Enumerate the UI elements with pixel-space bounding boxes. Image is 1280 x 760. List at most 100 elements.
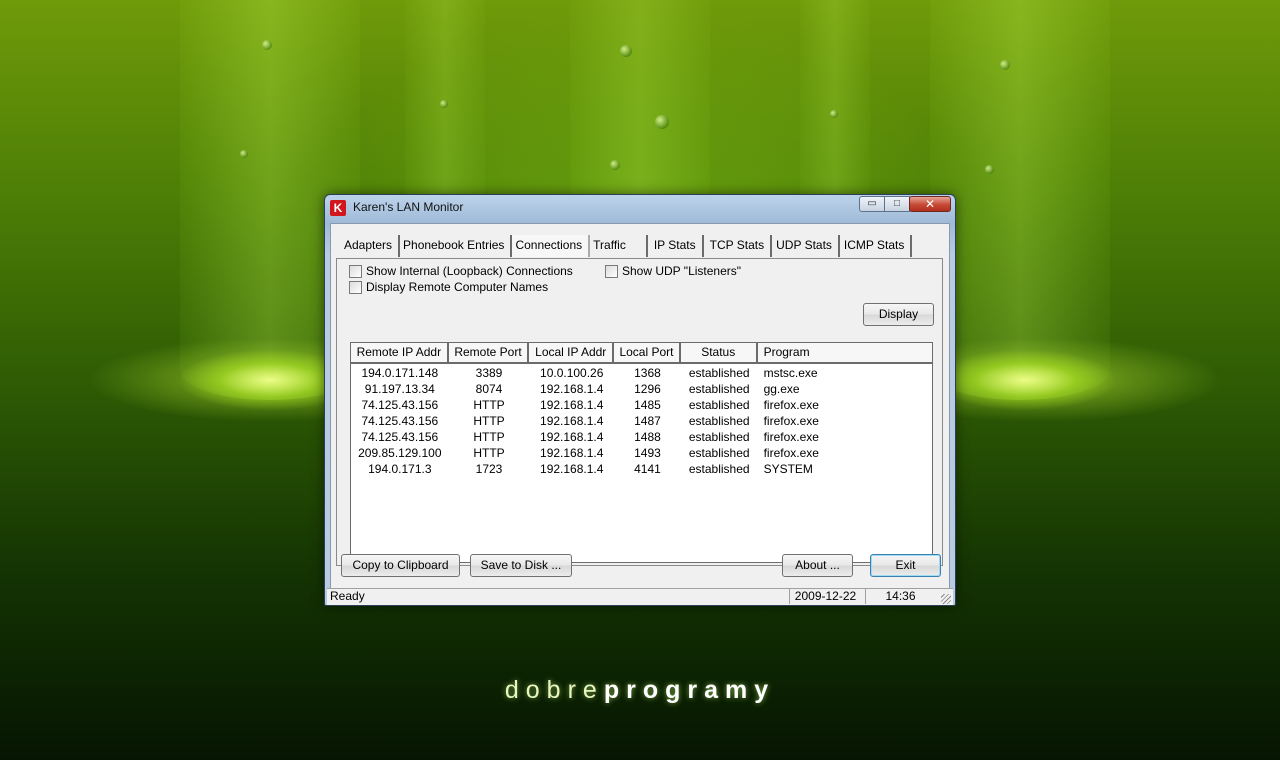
window-client-area: Adapters Phonebook Entries Connections T… <box>330 223 950 592</box>
desktop-wallpaper: dobreprogramy K Karen's LAN Monitor ▭ □ … <box>0 0 1280 760</box>
column-header-local-ip[interactable]: Local IP Addr <box>529 343 615 362</box>
about-button[interactable]: About ... <box>782 554 853 577</box>
cell-program: gg.exe <box>763 382 800 396</box>
cell-program: firefox.exe <box>763 398 819 412</box>
cell-local-port: 1487 <box>634 414 661 428</box>
show-loopback-label: Show Internal (Loopback) Connections <box>366 264 573 278</box>
exit-button[interactable]: Exit <box>870 554 941 577</box>
wallpaper-pillar <box>930 0 1110 400</box>
cell-status: established <box>688 462 750 476</box>
connections-panel: Show Internal (Loopback) Connections Sho… <box>336 258 943 566</box>
option-show-loopback[interactable]: Show Internal (Loopback) Connections <box>349 264 573 278</box>
cell-local-ip: 192.168.1.4 <box>540 398 604 412</box>
column-header-remote-port[interactable]: Remote Port <box>449 343 530 362</box>
tab-ip-stats[interactable]: IP Stats <box>648 235 704 257</box>
column-header-local-port[interactable]: Local Port <box>614 343 681 362</box>
maximize-button[interactable]: □ <box>884 196 910 212</box>
cell-status: established <box>688 430 750 444</box>
cell-program: SYSTEM <box>763 462 813 476</box>
tab-tcp-stats[interactable]: TCP Stats <box>704 235 773 257</box>
tab-connections[interactable]: Connections <box>512 235 591 257</box>
table-row[interactable]: 74.125.43.156 HTTP 192.168.1.4 1485 esta… <box>351 397 932 413</box>
table-row[interactable]: 91.197.13.34 8074 192.168.1.4 1296 estab… <box>351 381 932 397</box>
lan-monitor-window: K Karen's LAN Monitor ▭ □ ✕ Adapters Pho… <box>324 194 956 606</box>
cell-local-port: 1368 <box>634 366 661 380</box>
brand-light-text: dobre <box>504 676 604 704</box>
show-udp-listeners-checkbox[interactable] <box>605 264 618 278</box>
cell-local-ip: 192.168.1.4 <box>540 382 604 396</box>
cell-status: established <box>688 446 750 460</box>
title-bar[interactable]: K Karen's LAN Monitor ▭ □ ✕ <box>325 195 955 219</box>
option-show-udp-listeners[interactable]: Show UDP "Listeners" <box>605 264 741 278</box>
display-remote-names-checkbox[interactable] <box>349 280 362 294</box>
display-button[interactable]: Display <box>863 303 934 326</box>
status-time: 14:36 <box>865 589 935 604</box>
close-icon: ✕ <box>924 197 936 211</box>
cell-local-ip: 192.168.1.4 <box>540 462 604 476</box>
tab-udp-stats[interactable]: UDP Stats <box>772 235 840 257</box>
column-header-remote-ip[interactable]: Remote IP Addr <box>351 343 449 362</box>
tab-traffic[interactable]: Traffic <box>590 235 648 257</box>
wallpaper-bubble <box>610 160 620 170</box>
wallpaper-bubble <box>830 110 838 118</box>
cell-program: firefox.exe <box>763 430 819 444</box>
close-button[interactable]: ✕ <box>909 196 951 212</box>
cell-remote-port: HTTP <box>473 398 505 412</box>
table-row[interactable]: 194.0.171.3 1723 192.168.1.4 4141 establ… <box>351 461 932 477</box>
tab-strip: Adapters Phonebook Entries Connections T… <box>341 235 913 257</box>
cell-remote-port: HTTP <box>473 446 505 460</box>
minimize-button[interactable]: ▭ <box>859 196 885 212</box>
wallpaper-bubble <box>985 165 994 174</box>
wallpaper-bubble <box>620 45 632 57</box>
connections-list[interactable]: Remote IP Addr Remote Port Local IP Addr… <box>350 342 933 563</box>
cell-program: firefox.exe <box>763 414 819 428</box>
column-header-status[interactable]: Status <box>681 343 758 362</box>
cell-local-port: 1488 <box>634 430 661 444</box>
copy-to-clipboard-button[interactable]: Copy to Clipboard <box>341 554 460 577</box>
brand-bold-text: programy <box>603 676 776 704</box>
status-text: Ready <box>330 589 365 603</box>
connections-list-body: 194.0.171.148 3389 10.0.100.26 1368 esta… <box>351 364 932 477</box>
table-row[interactable]: 74.125.43.156 HTTP 192.168.1.4 1487 esta… <box>351 413 932 429</box>
app-icon: K <box>330 200 346 216</box>
tab-adapters[interactable]: Adapters <box>341 235 401 257</box>
window-title: Karen's LAN Monitor <box>353 200 464 214</box>
cell-local-port: 1493 <box>634 446 661 460</box>
display-remote-names-label: Display Remote Computer Names <box>366 280 549 294</box>
tab-phonebook-entries[interactable]: Phonebook Entries <box>400 235 513 257</box>
table-row[interactable]: 209.85.129.100 HTTP 192.168.1.4 1493 est… <box>351 445 932 461</box>
connections-list-header: Remote IP Addr Remote Port Local IP Addr… <box>351 343 932 364</box>
wallpaper-bubble <box>240 150 248 158</box>
wallpaper-bubble <box>262 40 272 50</box>
status-bar: Ready 2009-12-22 14:36 <box>327 588 953 605</box>
cell-remote-ip: 74.125.43.156 <box>361 398 439 412</box>
cell-remote-ip: 209.85.129.100 <box>358 446 442 460</box>
cell-program: firefox.exe <box>763 446 819 460</box>
table-row[interactable]: 74.125.43.156 HTTP 192.168.1.4 1488 esta… <box>351 429 932 445</box>
cell-remote-port: 3389 <box>475 366 503 380</box>
wallpaper-bubble <box>655 115 669 129</box>
table-row[interactable]: 194.0.171.148 3389 10.0.100.26 1368 esta… <box>351 365 932 381</box>
tab-icmp-stats[interactable]: ICMP Stats <box>840 235 913 257</box>
cell-remote-ip: 74.125.43.156 <box>361 430 439 444</box>
show-udp-listeners-label: Show UDP "Listeners" <box>622 264 742 278</box>
cell-local-ip: 192.168.1.4 <box>540 414 604 428</box>
maximize-icon: □ <box>893 198 901 209</box>
save-to-disk-button[interactable]: Save to Disk ... <box>470 554 572 577</box>
cell-local-port: 1296 <box>634 382 661 396</box>
option-display-remote-names[interactable]: Display Remote Computer Names <box>349 280 548 294</box>
cell-local-port: 4141 <box>634 462 661 476</box>
cell-remote-port: 1723 <box>475 462 503 476</box>
cell-status: established <box>688 382 750 396</box>
wallpaper-bubble <box>440 100 448 108</box>
resize-grip-icon[interactable] <box>941 594 951 604</box>
column-header-program[interactable]: Program <box>758 343 932 362</box>
cell-remote-port: HTTP <box>473 430 505 444</box>
wallpaper-bubble <box>1000 60 1010 70</box>
status-date: 2009-12-22 <box>789 589 861 604</box>
cell-status: established <box>688 366 750 380</box>
show-loopback-checkbox[interactable] <box>349 264 362 278</box>
cell-remote-port: HTTP <box>473 414 505 428</box>
wallpaper-brand-logo: dobreprogramy <box>0 676 1280 705</box>
cell-remote-port: 8074 <box>475 382 503 396</box>
